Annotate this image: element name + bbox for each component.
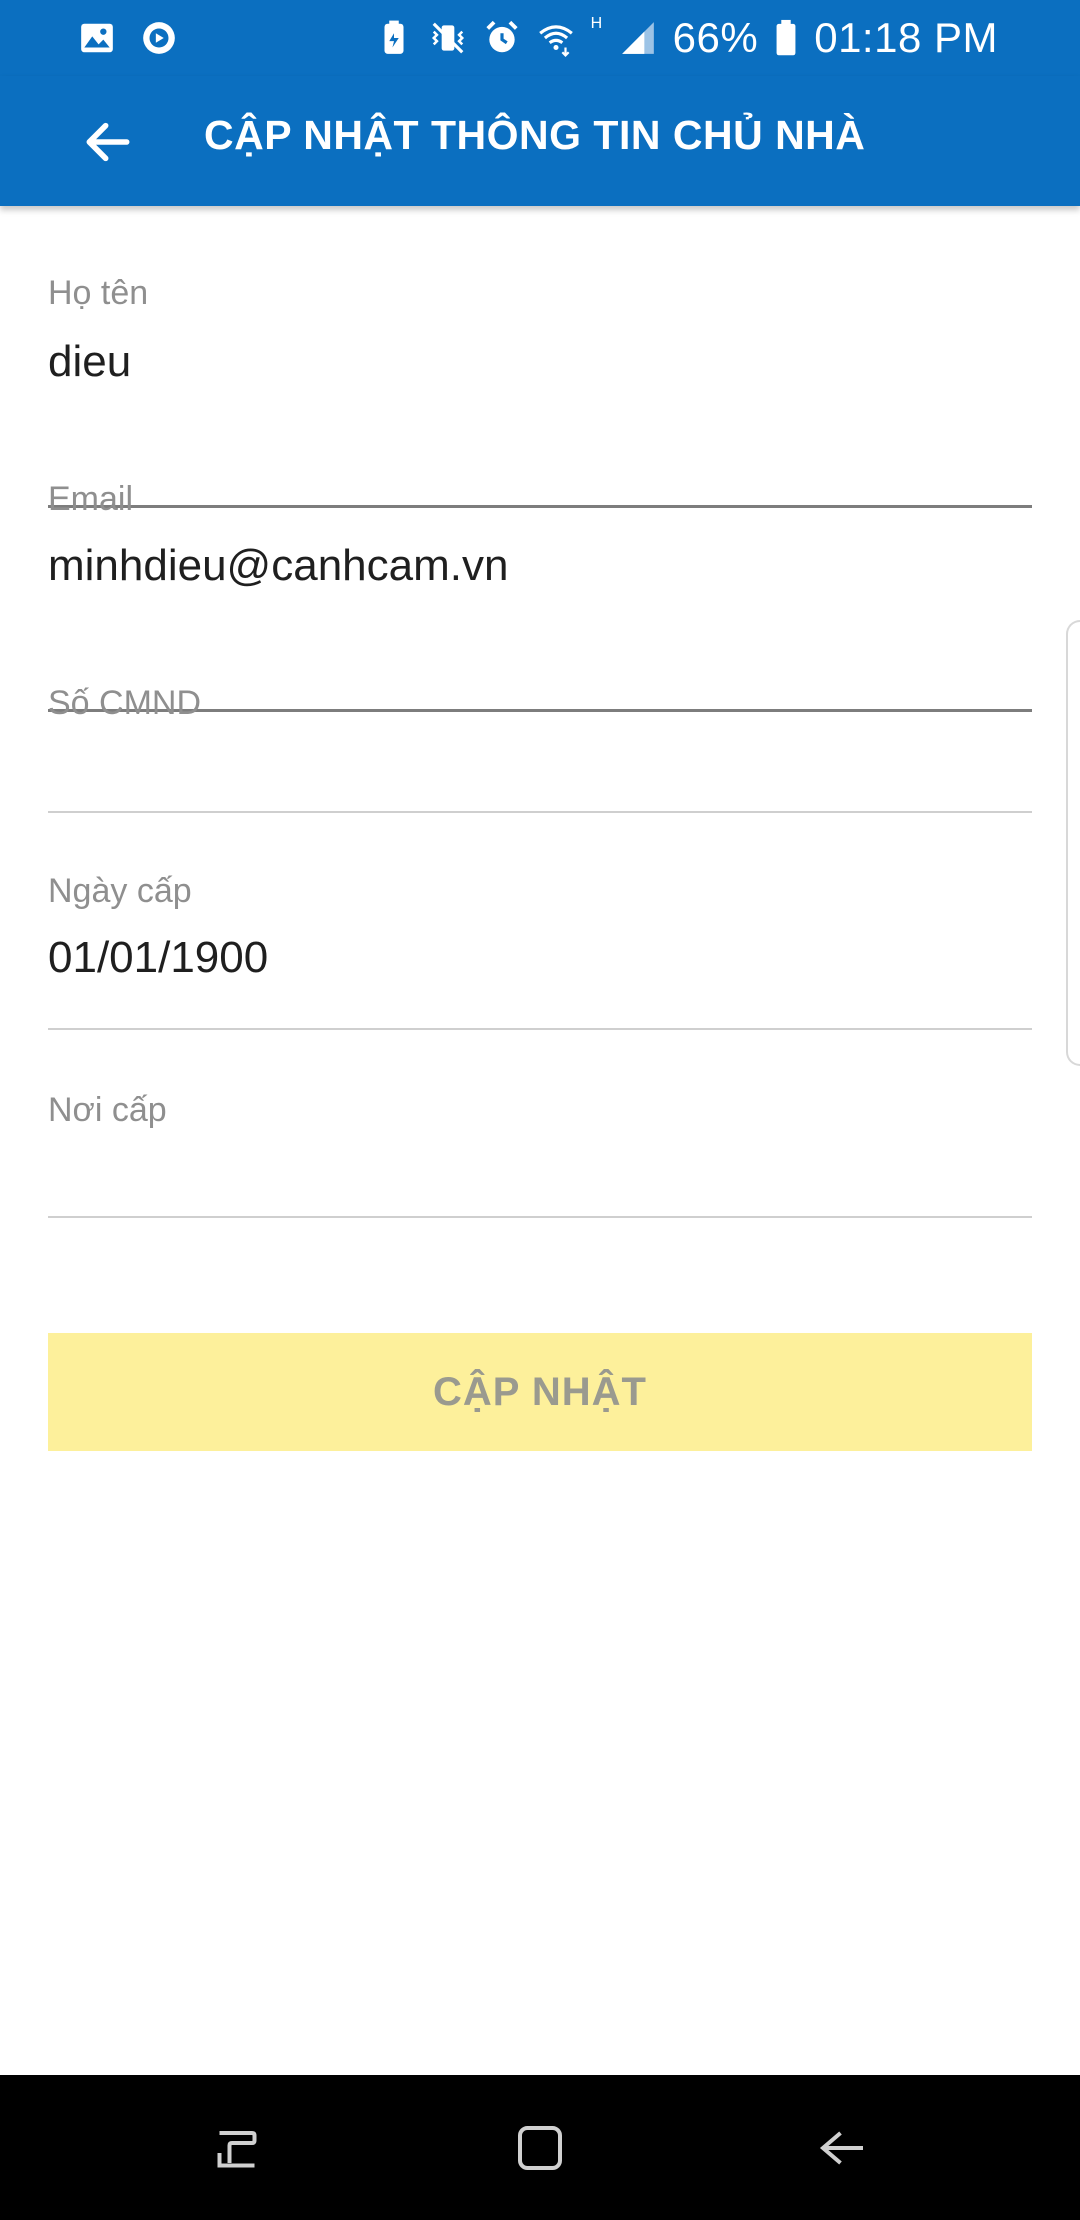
back-icon: [813, 2118, 873, 2183]
full-name-input[interactable]: [48, 332, 1032, 392]
screen-recorder-icon: [140, 19, 178, 57]
edge-panel-handle[interactable]: [1066, 620, 1080, 1066]
back-button[interactable]: [70, 111, 146, 177]
issue-date-input[interactable]: [48, 928, 1032, 988]
battery-icon: [774, 19, 798, 57]
recent-apps-button[interactable]: [202, 2115, 272, 2185]
navigation-bar: [0, 2075, 1080, 2220]
battery-percent: 66%: [672, 14, 759, 61]
home-button[interactable]: [505, 2115, 575, 2185]
email-label: Email: [48, 480, 134, 518]
id-number-input[interactable]: [48, 742, 1032, 802]
battery-saver-icon: [375, 19, 413, 57]
issue-place-underline: [48, 1216, 1032, 1218]
full-name-label: Họ tên: [48, 274, 149, 312]
clock: 01:18 PM: [814, 14, 998, 61]
status-bar: H 66% 01:18 PM: [0, 0, 1080, 76]
app-bar: CẬP NHẬT THÔNG TIN CHỦ NHÀ: [0, 76, 1080, 206]
full-name-underline: [48, 505, 1032, 508]
vibrate-icon: [429, 19, 467, 57]
issue-date-label: Ngày cấp: [48, 872, 192, 910]
signal-icon: [619, 19, 657, 57]
id-number-label: Số CMND: [48, 684, 202, 722]
issue-place-label: Nơi cấp: [48, 1091, 167, 1129]
id-number-underline: [48, 811, 1032, 813]
home-icon: [510, 2118, 570, 2183]
network-type: H: [590, 15, 603, 32]
gallery-icon: [78, 19, 116, 57]
system-back-button[interactable]: [808, 2115, 878, 2185]
wifi-icon: [537, 19, 575, 57]
alarm-icon: [483, 19, 521, 57]
update-button[interactable]: CẬP NHẬT: [48, 1333, 1032, 1451]
arrow-left-icon: [80, 114, 136, 175]
issue-date-underline: [48, 1028, 1032, 1030]
status-right: H 66% 01:18 PM: [375, 14, 998, 62]
email-input[interactable]: [48, 536, 1032, 596]
issue-place-input[interactable]: [48, 1147, 1032, 1207]
recent-apps-icon: [207, 2118, 267, 2183]
page-title: CẬP NHẬT THÔNG TIN CHỦ NHÀ: [204, 112, 866, 158]
status-left: [78, 18, 178, 58]
